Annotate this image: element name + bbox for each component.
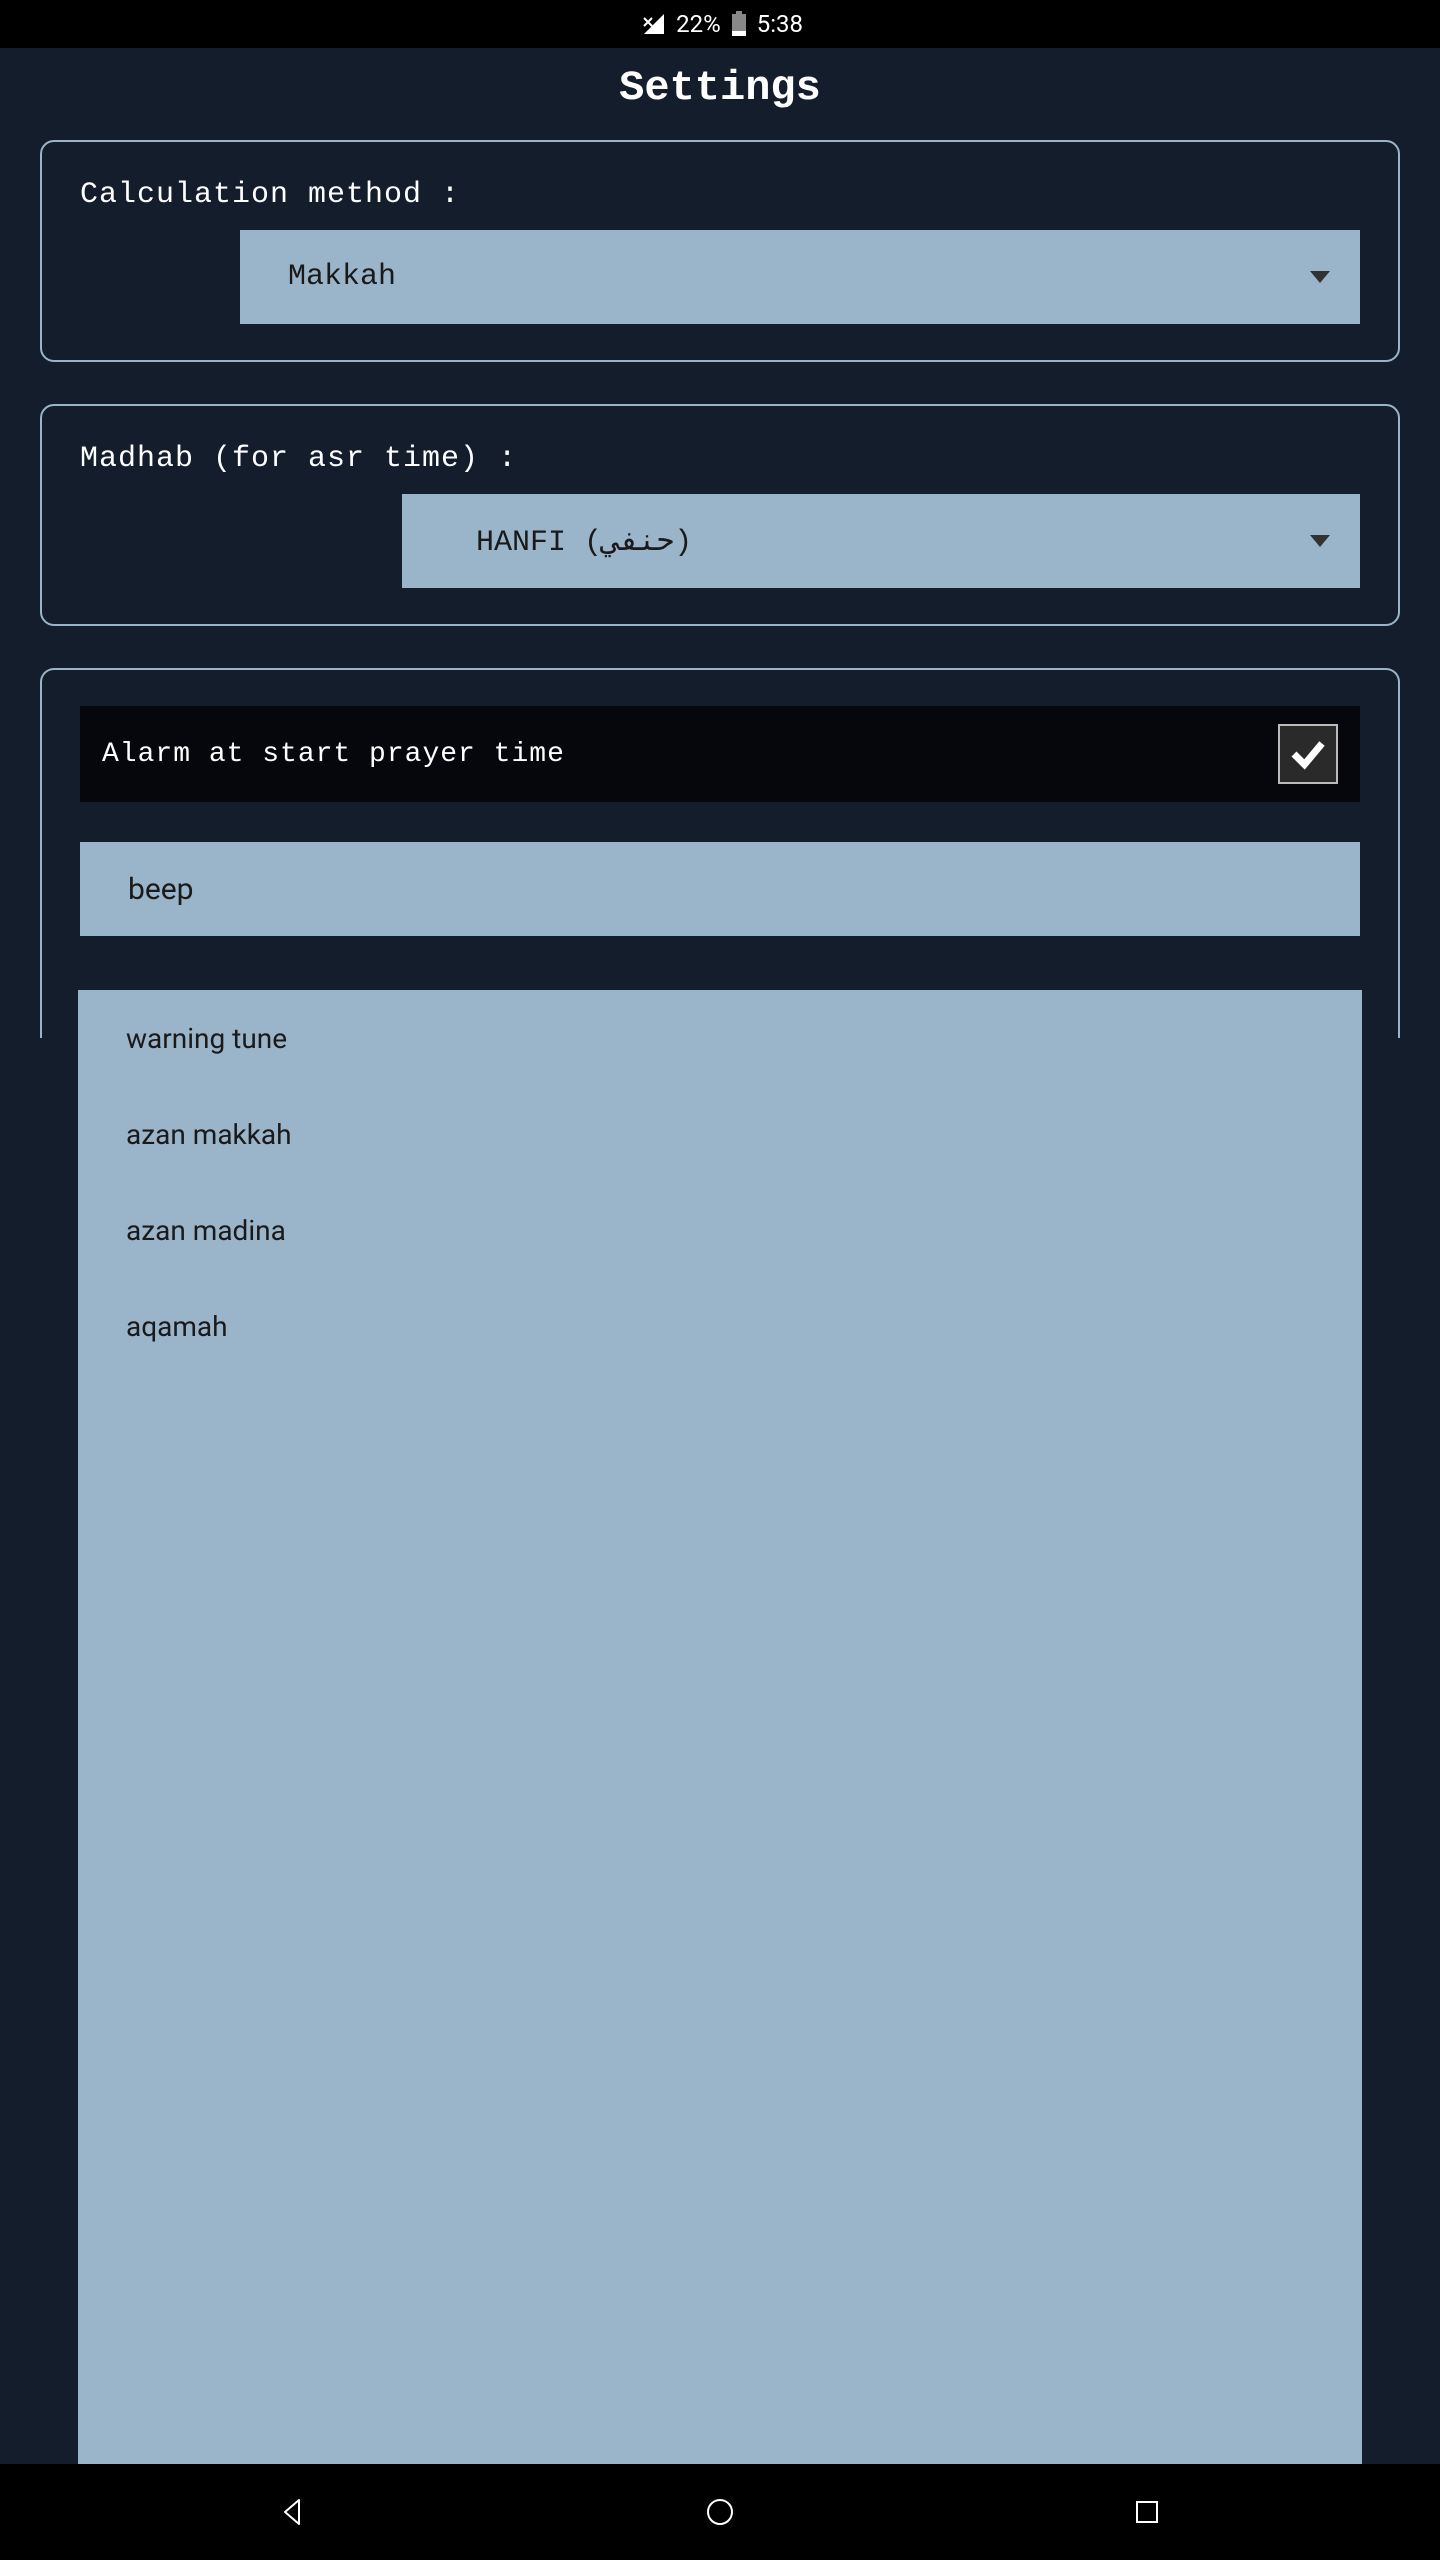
alarm-sound-value: beep bbox=[128, 872, 194, 907]
status-bar: 22% 5:38 bbox=[0, 0, 819, 48]
alarm-sound-dropdown[interactable]: beep bbox=[80, 842, 1360, 936]
chevron-down-icon bbox=[1310, 271, 1330, 283]
back-button[interactable] bbox=[253, 2472, 333, 2552]
page-title: Settings bbox=[0, 48, 1440, 140]
calculation-method-value: Makkah bbox=[288, 260, 396, 294]
content-area: Settings Calculation method : Makkah Mad… bbox=[0, 48, 1440, 2464]
recent-apps-button[interactable] bbox=[1107, 2472, 1187, 2552]
sound-option[interactable]: warning tune bbox=[78, 990, 1362, 1086]
battery-icon bbox=[731, 11, 747, 37]
alarm-toggle-row[interactable]: Alarm at start prayer time bbox=[80, 706, 1360, 802]
alarm-label: Alarm at start prayer time bbox=[102, 739, 565, 770]
alarm-sound-options-panel: warning tune azan makkah azan madina aqa… bbox=[78, 990, 1362, 2464]
alarm-card: Alarm at start prayer time beep bbox=[40, 668, 1400, 1038]
sound-option[interactable]: aqamah bbox=[78, 1278, 1362, 1374]
sound-option[interactable]: azan makkah bbox=[78, 1086, 1362, 1182]
chevron-down-icon bbox=[1310, 535, 1330, 547]
clock-time: 5:38 bbox=[757, 10, 803, 38]
madhab-label: Madhab (for asr time) : bbox=[80, 442, 1360, 476]
calculation-method-label: Calculation method : bbox=[80, 178, 1360, 212]
battery-percent: 22% bbox=[676, 10, 721, 38]
madhab-card: Madhab (for asr time) : HANFI (حنفي) bbox=[40, 404, 1400, 626]
navigation-bar bbox=[0, 2464, 1440, 2560]
signal-icon bbox=[642, 12, 666, 36]
alarm-checkbox[interactable] bbox=[1278, 724, 1338, 784]
madhab-value: HANFI (حنفي) bbox=[476, 523, 692, 560]
home-button[interactable] bbox=[680, 2472, 760, 2552]
madhab-dropdown[interactable]: HANFI (حنفي) bbox=[402, 494, 1360, 588]
calculation-method-dropdown[interactable]: Makkah bbox=[240, 230, 1360, 324]
sound-option[interactable]: azan madina bbox=[78, 1182, 1362, 1278]
checkmark-icon bbox=[1287, 733, 1329, 775]
calculation-method-card: Calculation method : Makkah bbox=[40, 140, 1400, 362]
